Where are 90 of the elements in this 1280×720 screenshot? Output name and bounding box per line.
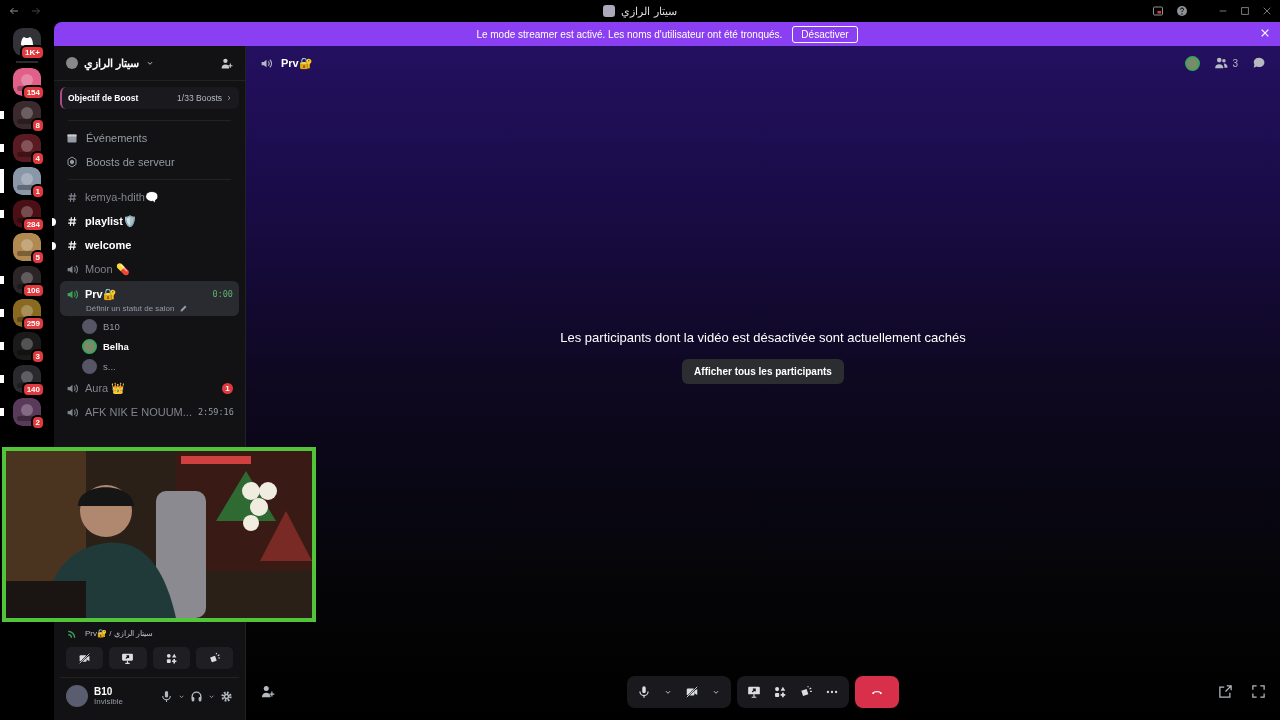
camera-off-button[interactable] <box>66 647 104 669</box>
channel-title: Prv🔐 <box>281 56 313 70</box>
server-icon[interactable] <box>13 167 41 195</box>
banner-message: Le mode streamer est activé. Les noms d'utilisateur ont été tronqués. <box>476 28 783 40</box>
help-icon[interactable] <box>1176 5 1188 17</box>
channel-name: Aura 👑 <box>85 381 126 395</box>
user-avatar[interactable] <box>66 685 88 707</box>
channel-item[interactable]: welcome <box>60 233 239 257</box>
boost-goal-label: Objectif de Boost <box>68 93 139 103</box>
server-icon <box>603 5 616 17</box>
hash-icon <box>66 190 79 204</box>
hash-icon <box>66 214 79 228</box>
avatar-icon[interactable] <box>1185 55 1201 71</box>
camera-off-icon <box>78 651 92 665</box>
channel-name: playlist🛡 <box>85 214 137 228</box>
member-count: 3 <box>1232 57 1238 69</box>
avatar-icon <box>82 338 97 354</box>
hang-up-button[interactable] <box>855 676 899 708</box>
channel-name: Moon 💊 <box>85 262 130 276</box>
channel-item[interactable]: playlist🛡 <box>60 209 239 233</box>
channel-item[interactable]: Moon 💊 <box>60 257 239 281</box>
voice-member[interactable]: s... <box>54 356 245 376</box>
channel-name: Prv🔐 <box>85 287 117 301</box>
server-icon <box>66 57 78 69</box>
avatar-icon <box>82 318 97 334</box>
notification-badge: 259 <box>21 316 45 331</box>
window-title: سيتار الرازي <box>621 4 677 18</box>
channel-item[interactable]: Prv🔐 0:00 <box>60 284 239 304</box>
add-user-icon[interactable] <box>220 56 233 70</box>
add-user-icon[interactable] <box>260 684 275 699</box>
back-arrow-icon[interactable] <box>8 5 20 17</box>
voice-member[interactable]: B10 <box>54 316 245 336</box>
disable-button[interactable]: Désactiver <box>792 25 858 43</box>
channel-name: welcome <box>85 239 132 251</box>
server-icon[interactable] <box>13 134 41 162</box>
show-all-participants-button[interactable]: Afficher tous les participants <box>682 359 844 384</box>
channel-item[interactable]: Aura 👑 1 <box>60 376 239 400</box>
hidden-participants-notice: Les participants dont la vidéo est désactivée sont actuellement cachés <box>560 330 966 345</box>
inbox-icon[interactable] <box>1152 5 1164 17</box>
mic-icon[interactable] <box>160 689 173 703</box>
notification-badge: 106 <box>21 283 45 298</box>
call-timer: 0:00 <box>212 289 233 299</box>
user-status: Invisible <box>94 697 123 706</box>
mention-badge: 1 <box>222 382 233 394</box>
headphones-icon[interactable] <box>190 689 203 703</box>
soundboard-icon <box>207 651 221 665</box>
voice-member[interactable]: Belha <box>54 336 245 356</box>
activities-button[interactable] <box>152 647 190 669</box>
share-screen-icon <box>747 685 761 699</box>
notification-badge: 1K+ <box>20 45 45 60</box>
menu-item[interactable]: Boosts de serveur <box>54 150 245 174</box>
calendar-icon <box>66 132 78 144</box>
chat-icon[interactable] <box>1252 56 1266 70</box>
close-icon[interactable] <box>1262 6 1272 16</box>
hash-icon <box>66 238 79 252</box>
server-icon[interactable] <box>13 101 41 129</box>
share-screen-button[interactable] <box>109 647 147 669</box>
call-timer: 2:59:16 <box>197 407 234 417</box>
channel-name: kemya-hdith🗨 <box>85 190 159 204</box>
share-screen-icon <box>121 651 135 665</box>
shapes-icon <box>164 651 178 665</box>
notification-badge: 140 <box>21 382 45 397</box>
mic-icon <box>637 685 651 699</box>
menu-item[interactable]: Événements <box>54 126 245 150</box>
pop-out-icon[interactable] <box>1218 684 1233 699</box>
channel-item[interactable]: AFK NIK E NOUUM... 2:59:16 <box>60 400 239 424</box>
chevron-right-icon <box>225 94 233 102</box>
boost-goal-bar[interactable]: Objectif de Boost 1/33 Boosts <box>60 87 239 109</box>
channel-status[interactable]: Définir un statut de salon <box>86 304 175 313</box>
avatar-icon <box>82 358 97 374</box>
boost-icon <box>66 156 78 168</box>
notification-badge: 154 <box>21 85 45 100</box>
server-icon[interactable] <box>13 233 41 261</box>
fullscreen-icon[interactable] <box>1251 684 1266 699</box>
server-icon[interactable] <box>13 332 41 360</box>
soundboard-button[interactable] <box>195 647 233 669</box>
maximize-icon[interactable] <box>1240 6 1250 16</box>
notification-badge: 284 <box>21 217 45 232</box>
people-icon[interactable] <box>1214 56 1229 70</box>
settings-icon[interactable] <box>220 689 233 703</box>
server-name[interactable]: سيتار الرازي <box>84 56 140 70</box>
pencil-icon <box>178 304 188 313</box>
boost-count: 1/33 Boosts <box>177 93 222 103</box>
channel-name: AFK NIK E NOUUM... <box>85 406 192 418</box>
shapes-icon <box>773 685 787 699</box>
username: B10 <box>94 686 114 697</box>
channel-item[interactable]: kemya-hdith🗨 <box>60 185 239 209</box>
soundboard-icon <box>799 685 813 699</box>
camera-off-icon <box>685 685 699 699</box>
voice-location[interactable]: Prv🔐 / سيتار الرازي <box>85 628 153 638</box>
